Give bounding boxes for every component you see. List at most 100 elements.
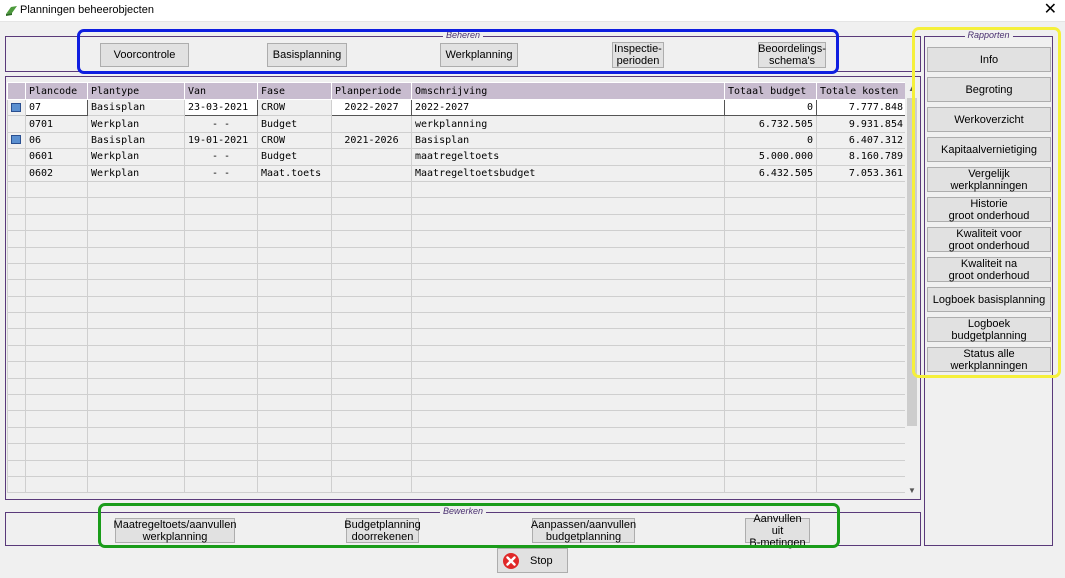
empty-cell	[257, 279, 332, 297]
cell-plantype[interactable]: Werkplan	[87, 115, 185, 133]
cell-planperiode[interactable]: 2022-2027	[331, 98, 412, 117]
header-totaal-budget[interactable]: Totaal budget	[724, 82, 817, 100]
empty-row	[7, 459, 907, 477]
cell-totaal-budget[interactable]: 0	[724, 98, 817, 117]
empty-cell	[816, 328, 907, 346]
cell-fase[interactable]: CROW	[257, 98, 332, 117]
empty-cell	[87, 230, 185, 248]
cell-van[interactable]: 23-03-2021	[184, 98, 258, 117]
empty-cell	[25, 459, 88, 477]
empty-cell	[331, 328, 412, 346]
empty-cell	[7, 197, 26, 215]
empty-row	[7, 394, 907, 412]
empty-cell	[257, 312, 332, 330]
empty-cell	[87, 279, 185, 297]
empty-cell	[184, 230, 258, 248]
cell-plancode[interactable]: 0602	[25, 164, 88, 182]
cell-plantype[interactable]: Basisplan	[87, 98, 185, 117]
empty-cell	[7, 213, 26, 232]
table-row[interactable]: 0602 Werkplan - - Maat.toets Maatregelto…	[7, 164, 907, 182]
cell-totale-kosten[interactable]: 9.931.854	[816, 115, 907, 133]
empty-cell	[411, 394, 725, 412]
close-icon[interactable]: ✕	[1044, 1, 1057, 19]
empty-cell	[7, 230, 26, 248]
cell-totaal-budget[interactable]: 0	[724, 131, 817, 150]
cell-planperiode[interactable]	[331, 115, 412, 133]
empty-cell	[724, 180, 817, 199]
table-row[interactable]: 06 Basisplan 19-01-2021 CROW 2021-2026 B…	[7, 131, 907, 150]
empty-cell	[25, 377, 88, 396]
empty-cell	[257, 377, 332, 396]
cell-totaal-budget[interactable]: 5.000.000	[724, 148, 817, 166]
cell-plantype[interactable]: Basisplan	[87, 131, 185, 150]
cell-van[interactable]: - -	[184, 148, 258, 166]
row-indicator	[7, 148, 26, 166]
empty-cell	[816, 426, 907, 445]
empty-cell	[25, 410, 88, 428]
stop-label: Stop	[530, 554, 553, 567]
empty-cell	[184, 312, 258, 330]
empty-cell	[184, 213, 258, 232]
row-indicator	[7, 164, 26, 182]
cell-planperiode[interactable]	[331, 164, 412, 182]
empty-cell	[7, 328, 26, 346]
empty-cell	[7, 377, 26, 396]
cell-omschrijving[interactable]: Basisplan	[411, 131, 725, 150]
empty-cell	[816, 312, 907, 330]
empty-cell	[724, 262, 817, 281]
header-planperiode[interactable]: Planperiode	[331, 82, 412, 100]
cell-fase[interactable]: CROW	[257, 131, 332, 150]
cell-plancode[interactable]: 0601	[25, 148, 88, 166]
cell-omschrijving[interactable]: maatregeltoets	[411, 148, 725, 166]
header-fase[interactable]: Fase	[257, 82, 332, 100]
cell-omschrijving[interactable]: 2022-2027	[411, 98, 725, 117]
cell-totale-kosten[interactable]: 6.407.312	[816, 131, 907, 150]
cell-plancode[interactable]: 07	[25, 98, 88, 117]
cell-van[interactable]: - -	[184, 164, 258, 182]
cell-omschrijving[interactable]: werkplanning	[411, 115, 725, 133]
header-plantype[interactable]: Plantype	[87, 82, 185, 100]
header-omschrijving[interactable]: Omschrijving	[411, 82, 725, 100]
empty-cell	[724, 426, 817, 445]
cell-totale-kosten[interactable]: 8.160.789	[816, 148, 907, 166]
empty-cell	[816, 279, 907, 297]
table-row[interactable]: 07 Basisplan 23-03-2021 CROW 2022-2027 2…	[7, 98, 907, 117]
cell-planperiode[interactable]: 2021-2026	[331, 131, 412, 150]
empty-cell	[257, 180, 332, 199]
empty-cell	[87, 213, 185, 232]
cell-van[interactable]: 19-01-2021	[184, 131, 258, 150]
table-row[interactable]: 0701 Werkplan - - Budget werkplanning 6.…	[7, 115, 907, 133]
cell-omschrijving[interactable]: Maatregeltoetsbudget	[411, 164, 725, 182]
header-plancode[interactable]: Plancode	[25, 82, 88, 100]
header-van[interactable]: Van	[184, 82, 258, 100]
cell-fase[interactable]: Maat.toets	[257, 164, 332, 182]
stop-button[interactable]: Stop	[497, 548, 568, 573]
empty-row	[7, 426, 907, 445]
cell-fase[interactable]: Budget	[257, 148, 332, 166]
cell-totaal-budget[interactable]: 6.732.505	[724, 115, 817, 133]
cell-plancode[interactable]: 0701	[25, 115, 88, 133]
empty-cell	[87, 197, 185, 215]
cell-planperiode[interactable]	[331, 148, 412, 166]
empty-cell	[724, 394, 817, 412]
empty-cell	[257, 394, 332, 412]
empty-cell	[331, 197, 412, 215]
empty-cell	[411, 197, 725, 215]
cell-plantype[interactable]: Werkplan	[87, 148, 185, 166]
empty-cell	[411, 213, 725, 232]
empty-cell	[816, 197, 907, 215]
cell-plancode[interactable]: 06	[25, 131, 88, 150]
header-totale-kosten[interactable]: Totale kosten	[816, 82, 907, 100]
cell-totaal-budget[interactable]: 6.432.505	[724, 164, 817, 182]
cell-totale-kosten[interactable]: 7.777.848	[816, 98, 907, 117]
table-row[interactable]: 0601 Werkplan - - Budget maatregeltoets …	[7, 148, 907, 166]
cell-totale-kosten[interactable]: 7.053.361	[816, 164, 907, 182]
cell-fase[interactable]: Budget	[257, 115, 332, 133]
empty-cell	[7, 426, 26, 445]
cell-van[interactable]: - -	[184, 115, 258, 133]
scroll-down-icon[interactable]: ▼	[905, 484, 919, 498]
empty-cell	[411, 475, 725, 494]
cell-plantype[interactable]: Werkplan	[87, 164, 185, 182]
empty-cell	[87, 426, 185, 445]
empty-cell	[87, 246, 185, 264]
